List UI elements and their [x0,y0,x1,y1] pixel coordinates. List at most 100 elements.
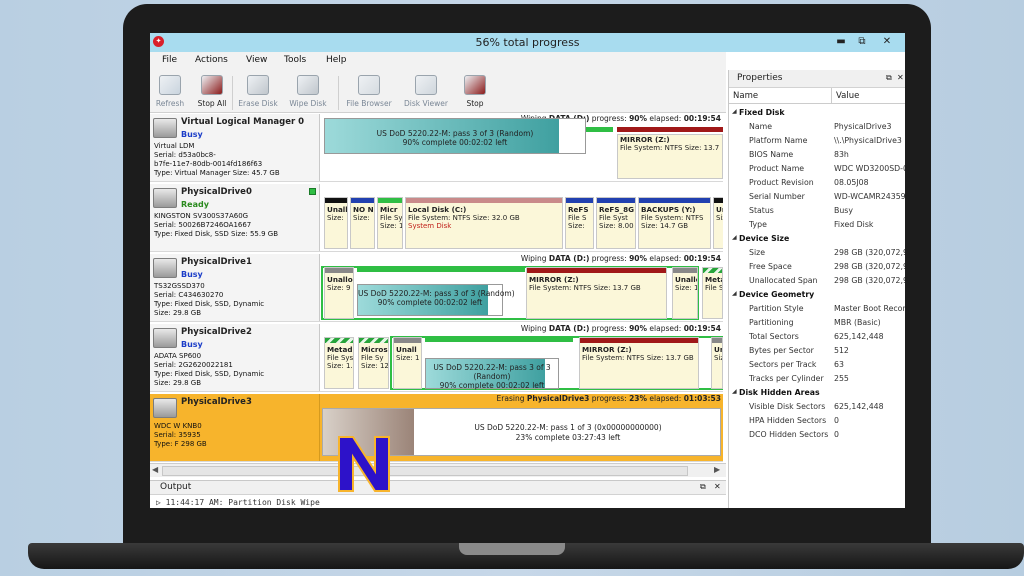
property-category[interactable]: ◢ Device Geometry [729,288,905,302]
erase-disk-button[interactable]: Erase Disk [234,73,282,111]
partition-block[interactable]: MetaFile S [702,267,723,319]
partition-title: Meta [705,275,722,284]
wipe-progress-box[interactable]: US DoD 5220.22-M: pass 3 of 3 (Random) 90… [357,284,515,316]
property-name: Product Name [749,164,805,173]
disk-info[interactable]: PhysicalDrive3 WDC W KNB0 Serial: 35935 Typ… [150,394,320,461]
menu-item-file[interactable]: File [162,55,177,65]
property-row[interactable]: Type Fixed Disk [729,218,905,232]
menu-item-view[interactable]: View [246,55,267,65]
property-row[interactable]: Visible Disk Sectors 625,142,448 [729,400,905,414]
horizontal-scrollbar[interactable]: ◀ ▶ [150,463,726,477]
collapse-chevron-icon[interactable]: ◢ [732,388,737,395]
property-name: Partition Style [749,304,804,313]
restore-button[interactable]: ⧉ [852,35,872,49]
disk-row[interactable]: PhysicalDrive2 Busy ADATA SP600 Serial: 2G2… [150,324,723,392]
property-row[interactable]: HPA Hidden Sectors 0 [729,414,905,428]
wipe-disk-button[interactable]: Wipe Disk [284,73,332,111]
partition-block[interactable]: Local Disk (C:) File System: NTFS Size: 3… [405,197,563,249]
menu-item-actions[interactable]: Actions [195,55,228,65]
wipe-progress-box[interactable]: US DoD 5220.22-M: pass 3 of 3 (Random) 90… [324,118,586,154]
disk-info[interactable]: PhysicalDrive2 Busy ADATA SP600 Serial: 2G2… [150,324,320,391]
partition-bar [673,268,697,273]
menu-item-tools[interactable]: Tools [284,55,306,65]
property-name: Serial Number [749,192,805,201]
minimize-button[interactable]: ▬ [830,35,852,49]
property-row[interactable]: Serial Number WD-WCAMR2435935 [729,190,905,204]
column-divider[interactable] [831,88,832,104]
partition-block[interactable]: Unallo Size: 9 [324,267,354,319]
disk-info[interactable]: PhysicalDrive1 Busy TS32GSSD370 Serial: C43… [150,254,320,321]
property-row[interactable]: Status Busy [729,204,905,218]
close-icon[interactable]: ✕ [714,482,721,491]
partition-block[interactable]: ReFS File S Size: [565,197,594,249]
close-button[interactable]: ✕ [872,35,902,49]
partition-block[interactable]: UnSiz [711,337,723,389]
partition-block[interactable]: Unall Size: [324,197,348,249]
partition-detail: File System: NTFS Size: 13.7 GB [529,284,641,292]
pin-icon[interactable]: ⧉ [700,482,706,492]
scroll-left-icon[interactable]: ◀ [152,465,158,474]
property-row[interactable]: Total Sectors 625,142,448 [729,330,905,344]
partition-block[interactable]: ReFS_8G File Syst Size: 8.00 [596,197,636,249]
property-row[interactable]: Partitioning MBR (Basic) [729,316,905,330]
stop-button[interactable]: Stop [451,73,499,111]
property-row[interactable]: Size 298 GB (320,072,933,376 bytes) [729,246,905,260]
property-row[interactable]: Partition Style Master Boot Record [729,302,905,316]
pin-icon[interactable]: ⧉ [886,73,892,83]
property-row[interactable]: Unallocated Span 298 GB (320,072,933,376 … [729,274,905,288]
property-row[interactable]: Sectors per Track 63 [729,358,905,372]
partition-block[interactable]: Micros File Sy Size: 12 [358,337,389,389]
partition-block[interactable]: UnalloSize: 1 [672,267,698,319]
property-name: Partitioning [749,318,794,327]
property-row[interactable]: Tracks per Cylinder 255 [729,372,905,386]
property-category[interactable]: ◢ Device Size [729,232,905,246]
disk-row[interactable]: PhysicalDrive0 Ready KINGSTON SV300S37A60G… [150,184,723,252]
value-column-header[interactable]: Value [836,91,859,101]
partition-detail: Size: 9 [327,284,351,292]
partition-block[interactable]: MetadFile SysSize: 1.0 [324,337,354,389]
partition-block[interactable]: MIRROR (Z:) File System: NTFS Size: 13.7 [617,134,723,179]
partition-title: BACKUPS (Y:) [641,205,696,214]
disk-detail-line: Size: 29.8 GB [154,379,201,387]
property-row[interactable]: Product Name WDC WD3200SD-01KNB0 [729,162,905,176]
wipe-progress-box[interactable]: US DoD 5220.22-M: pass 3 of 3 (Random) 90%… [425,358,559,390]
property-name: Type [749,220,767,229]
disk-info[interactable]: Virtual Logical Manager 0 Busy Virtual LDM… [150,114,320,181]
partition-block[interactable]: BACKUPS (Y:) File System: NTFS Size: 14.7 … [638,197,711,249]
property-row[interactable]: Name PhysicalDrive3 [729,120,905,134]
collapse-chevron-icon[interactable]: ◢ [732,234,737,241]
close-icon[interactable]: ✕ [897,73,904,82]
partition-block[interactable]: MIRROR (Z:) File System: NTFS Size: 13.7 … [579,337,699,389]
disk-viewer-button[interactable]: Disk Viewer [402,73,450,111]
collapse-chevron-icon[interactable]: ◢ [732,108,737,115]
property-row[interactable]: Platform Name \\.\PhysicalDrive3 [729,134,905,148]
property-row[interactable]: DCO Hidden Sectors 0 [729,428,905,442]
property-row[interactable]: Free Space 298 GB (320,072,933,376 bytes) [729,260,905,274]
task-progress-label: progress: [591,114,627,123]
file-browser-button[interactable]: File Browser [345,73,393,111]
partition-block[interactable]: Micr File Sy Size: 1 [377,197,403,249]
collapse-chevron-icon[interactable]: ◢ [732,290,737,297]
disk-row[interactable]: Virtual Logical Manager 0 Busy Virtual LDM… [150,114,723,182]
property-row[interactable]: Product Revision 08.05J08 [729,176,905,190]
name-column-header[interactable]: Name [733,91,758,101]
property-row[interactable]: Bytes per Sector 512 [729,344,905,358]
stop-all-button[interactable]: Stop All [188,73,236,111]
scrollbar-thumb[interactable] [162,466,688,476]
task-elapsed: 00:19:54 [683,324,721,333]
property-category[interactable]: ◢ Fixed Disk [729,106,905,120]
menu-bar: File Actions View Tools Help [150,52,726,70]
property-value: 625,142,448 [834,402,884,411]
partition-block[interactable]: MIRROR (Z:) File System: NTFS Size: 13.7 … [526,267,667,319]
disk-info[interactable]: PhysicalDrive0 Ready KINGSTON SV300S37A60G… [150,184,320,251]
property-row[interactable]: BIOS Name 83h [729,148,905,162]
disk-row[interactable]: PhysicalDrive3 WDC W KNB0 Serial: 35935 Typ… [150,394,723,462]
scroll-right-icon[interactable]: ▶ [714,465,720,474]
partition-block[interactable]: Unall Size: 1 [393,337,422,389]
ready-indicator-icon [309,188,316,195]
property-category[interactable]: ◢ Disk Hidden Areas [729,386,905,400]
partition-block[interactable]: NO N Size: [350,197,375,249]
partition-block[interactable]: UnalSize: [713,197,723,249]
menu-item-help[interactable]: Help [326,55,347,65]
disk-row[interactable]: PhysicalDrive1 Busy TS32GSSD370 Serial: C43… [150,254,723,322]
